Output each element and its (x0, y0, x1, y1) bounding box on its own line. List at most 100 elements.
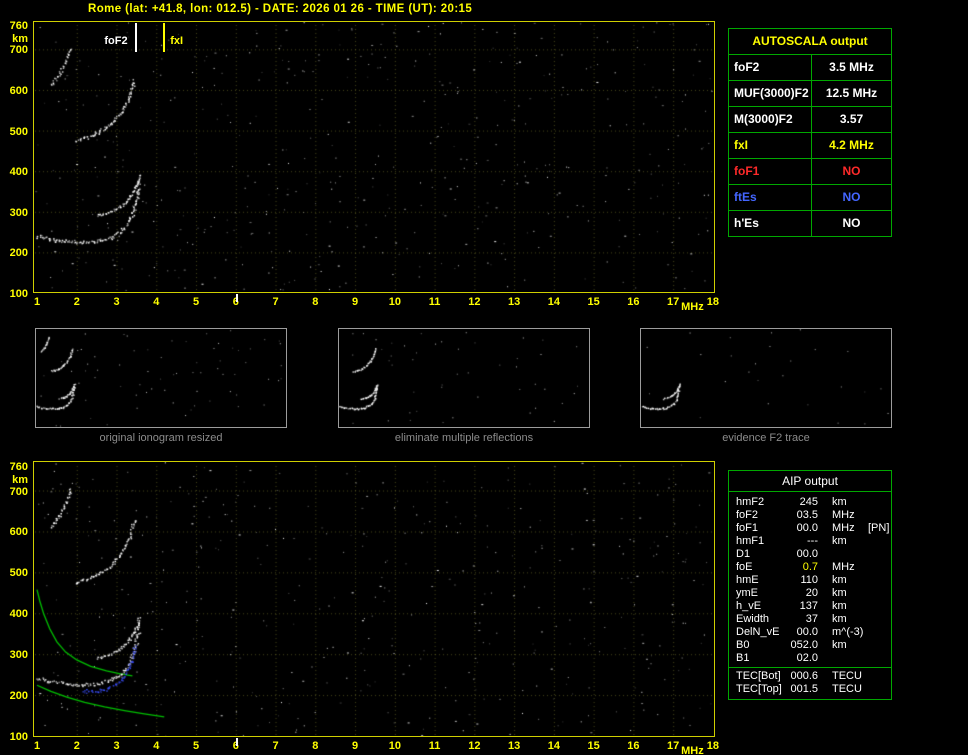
x-axis-tick-label: 10 (388, 296, 401, 308)
param-unit: km (832, 600, 847, 612)
param-label: h_vE (736, 600, 762, 612)
marker-label-foF2: foF2 (104, 35, 128, 47)
param-value: 00.0 (796, 548, 818, 560)
y-axis-tick-label: 300 (9, 206, 28, 219)
x-axis-unit-label: MHz (681, 745, 704, 755)
param-unit: TECU (832, 670, 862, 682)
param-label: B0 (736, 639, 750, 651)
param-label: fxI (729, 133, 812, 158)
param-label: ftEs (729, 185, 812, 210)
aip-row-Ewidth: Ewidth 37 km (736, 613, 891, 626)
param-value: 3.57 (839, 112, 864, 126)
param-note (862, 548, 891, 561)
x-axis-tick-label: 2 (73, 296, 80, 308)
param-label: ymE (736, 587, 758, 599)
ionogram-plot-top: foF2 fxI (33, 21, 715, 293)
param-note (862, 509, 891, 522)
param-unit: km (832, 587, 847, 599)
x-axis-tick-label: 12 (468, 740, 481, 752)
param-label: foF1 (736, 522, 759, 534)
param-label: h'Es (729, 211, 812, 236)
param-unit: km (832, 496, 847, 508)
x-axis-tick-label: 8 (312, 296, 319, 308)
aip-row-B0: B0 052.0 km (736, 639, 891, 652)
thumbnail-caption-original: original ionogram resized (99, 432, 223, 444)
y-axis-tick-label: 600 (9, 84, 28, 97)
autoscala-row-fxI: fxI 4.2 MHz (729, 133, 891, 159)
thumbnail-canvas-eliminate (339, 329, 589, 427)
x-axis-tick-label: 1 (33, 296, 41, 308)
aip-row-hmF2: hmF2 245 km (736, 496, 891, 509)
param-value: 20 (805, 587, 818, 599)
autoscala-row-foF1: foF1 NO (729, 159, 891, 185)
x-axis-tick-label: 10 (388, 740, 401, 752)
station-title: Rome (lat: +41.8, lon: 012.5) - DATE: 20… (88, 3, 473, 15)
param-value: 137 (799, 600, 818, 612)
x-axis-tick-label: 5 (192, 740, 200, 752)
param-value: --- (807, 535, 818, 547)
param-value: 110 (800, 574, 818, 586)
param-note (862, 535, 891, 548)
param-label: DelN_vE (736, 626, 780, 638)
y-axis-tick-label: 100 (9, 287, 28, 300)
param-value: 245 (799, 496, 818, 508)
param-note (862, 574, 891, 587)
x-axis-tick-label: 16 (627, 740, 640, 752)
y-axis-tick-label: 100 (9, 730, 28, 743)
param-label: MUF(3000)F2 (729, 81, 812, 106)
x-axis-tick-label: 13 (507, 296, 521, 308)
aip-row-foF2: foF2 03.5 MHz (736, 509, 891, 522)
param-note (862, 600, 891, 613)
param-unit: km (832, 574, 847, 586)
y-axis-tick-label: 700 (9, 485, 28, 498)
y-axis-tick-label: 400 (9, 166, 28, 179)
param-unit: km (832, 535, 847, 547)
thumbnail-eliminate-reflections (338, 328, 590, 428)
param-value: 37 (805, 613, 818, 625)
x-axis-tick-label: 3 (113, 296, 120, 308)
param-value: 00.0 (796, 626, 818, 638)
param-note (862, 670, 891, 683)
param-label: foF2 (729, 55, 812, 80)
param-unit: m^(-3) (832, 626, 864, 638)
param-note: [PN] (868, 522, 890, 534)
param-value: 4.2 MHz (829, 138, 874, 152)
thumbnail-caption-evidence: evidence F2 trace (722, 432, 810, 444)
x-axis-tick-label: 18 (706, 740, 720, 752)
aip-row-foE: foE 0.7 MHz (736, 561, 891, 574)
param-value: 000.6 (790, 670, 818, 682)
thumbnail-caption-eliminate: eliminate multiple reflections (394, 432, 534, 444)
x-axis-tick-label: 14 (547, 740, 560, 752)
param-value: 001.5 (790, 683, 818, 695)
autoscala-row-MUF(3000)F2: MUF(3000)F2 12.5 MHz (729, 81, 891, 107)
marker-line-fxI (163, 23, 166, 52)
x-axis-tick-label: 7 (272, 740, 279, 752)
param-value: NO (842, 164, 861, 178)
param-value: NO (842, 190, 861, 204)
param-note (862, 639, 891, 652)
param-label: hmF2 (736, 496, 765, 508)
param-unit: km (832, 639, 847, 651)
aip-row-foF1: foF1 00.0 MHz [PN] (736, 522, 891, 535)
x-axis-tick-label: 11 (428, 740, 441, 752)
y-axis-tick-label: 500 (9, 567, 28, 580)
param-unit (818, 548, 862, 561)
x-axis-tick-label: 13 (507, 740, 521, 752)
y-axis-unit-label: km (12, 33, 28, 45)
ionogram-plot-bottom (33, 461, 715, 737)
y-axis-tick-label: 760 (9, 20, 28, 32)
aip-row-DelN_vE: DelN_vE 00.0 m^(-3) (736, 626, 891, 639)
y-axis-tick-label: 400 (9, 608, 28, 621)
param-unit: MHz (832, 561, 855, 573)
param-unit: MHz (832, 509, 855, 521)
x-axis-tick-label: 16 (627, 296, 640, 308)
param-label: foF2 (736, 509, 759, 521)
aip-row-B1: B1 02.0 (736, 652, 891, 665)
param-note (862, 652, 891, 665)
x-axis-tick-label: 9 (352, 296, 359, 308)
y-axis-tick-label: 600 (9, 526, 28, 539)
y-axis-unit-label: km (12, 474, 28, 486)
param-unit: km (832, 613, 847, 625)
param-value: 02.0 (796, 652, 818, 664)
aip-table-title: AIP output (729, 471, 891, 492)
